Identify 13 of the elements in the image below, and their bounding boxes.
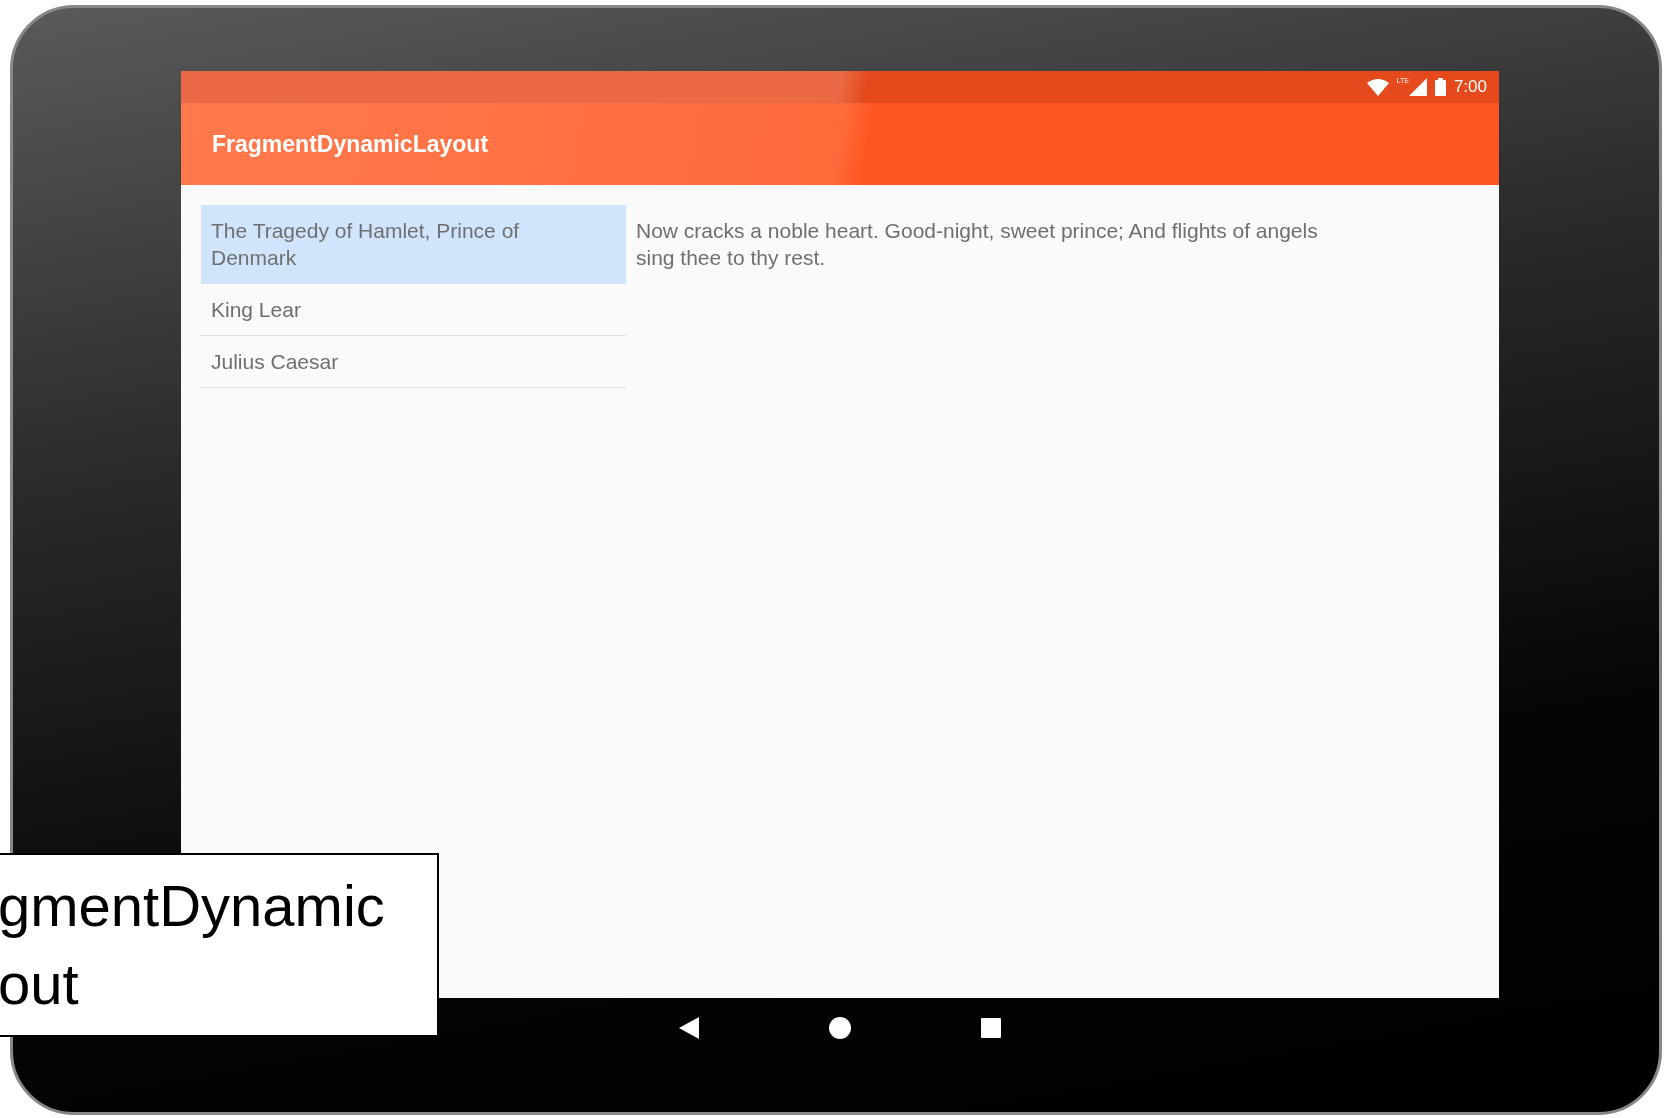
clock: 7:00 [1453, 77, 1487, 97]
list-item[interactable]: Julius Caesar [201, 336, 626, 388]
caption-text: gmentDynamic [0, 872, 385, 940]
list-item[interactable]: The Tragedy of Hamlet, Prince of Denmark [201, 205, 626, 284]
list-item[interactable]: King Lear [201, 284, 626, 336]
caption-text: out [0, 950, 79, 1018]
signal-icon [1408, 78, 1427, 96]
quote-text: Now cracks a noble heart. Good-night, sweet prince; And flights of angels sing thee to thy rest. [636, 218, 1319, 271]
app-title: FragmentDynamicLayout [212, 130, 489, 158]
home-icon[interactable] [829, 1017, 851, 1039]
wifi-icon [1366, 78, 1389, 96]
battery-icon [1434, 78, 1446, 96]
back-icon[interactable] [679, 1017, 699, 1039]
